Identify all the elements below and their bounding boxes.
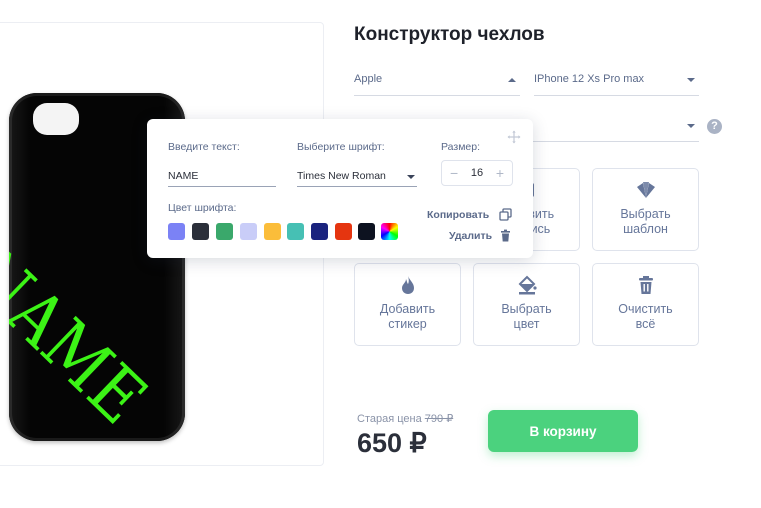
- old-price-label: Старая цена: [357, 413, 422, 425]
- add-to-cart-button[interactable]: В корзину: [488, 410, 638, 452]
- copy-action[interactable]: Копировать: [427, 209, 489, 221]
- add-sticker-tile-label: Добавить стикер: [379, 302, 436, 331]
- color-swatch-red[interactable]: [335, 223, 352, 240]
- template-fan-icon: [636, 182, 655, 198]
- trash-icon: [638, 276, 653, 294]
- text-input-label: Введите текст:: [168, 141, 240, 153]
- model-select-value: IPhone 12 Xs Pro max: [534, 73, 645, 85]
- color-swatch-dark-gray[interactable]: [192, 223, 209, 240]
- choose-color-tile-label: Выбрать цвет: [501, 302, 552, 331]
- brand-select[interactable]: Apple: [354, 66, 520, 96]
- move-arrows-icon[interactable]: [507, 130, 521, 144]
- chevron-up-icon: [508, 78, 516, 82]
- choose-template-tile-label: Выбрать шаблон: [620, 207, 671, 236]
- chevron-down-icon: [407, 175, 415, 179]
- copy-icon[interactable]: [499, 208, 512, 221]
- old-price: Старая цена 790 ₽: [357, 412, 453, 425]
- font-select-value: Times New Roman: [297, 170, 386, 182]
- color-swatch-black[interactable]: [358, 223, 375, 240]
- old-price-value: 790 ₽: [424, 413, 454, 425]
- clear-all-tile-label: Очистить всё: [618, 302, 673, 331]
- add-sticker-tile[interactable]: Добавить стикер: [354, 263, 461, 346]
- brand-select-value: Apple: [354, 73, 383, 85]
- flame-icon: [401, 276, 414, 294]
- trash-icon[interactable]: [499, 229, 512, 242]
- current-price: 650 ₽: [357, 428, 427, 458]
- font-color-label: Цвет шрифта:: [168, 202, 237, 214]
- choose-template-tile[interactable]: Выбрать шаблон: [592, 168, 699, 251]
- font-select-label: Выберите шрифт:: [297, 141, 385, 153]
- chevron-down-icon: [687, 78, 695, 82]
- color-swatch-teal[interactable]: [287, 223, 304, 240]
- size-label: Размер:: [441, 141, 481, 153]
- text-input-value: NAME: [168, 170, 199, 182]
- text-input[interactable]: NAME: [168, 163, 276, 187]
- color-swatch-lavender[interactable]: [240, 223, 257, 240]
- choose-color-tile[interactable]: Выбрать цвет: [473, 263, 580, 346]
- model-select[interactable]: IPhone 12 Xs Pro max: [534, 66, 699, 96]
- paint-bucket-icon: [518, 275, 537, 295]
- case-text-layer[interactable]: NAME: [9, 233, 163, 441]
- size-increase-button[interactable]: +: [496, 165, 504, 181]
- color-swatch-green[interactable]: [216, 223, 233, 240]
- color-swatch-navy[interactable]: [311, 223, 328, 240]
- page-title: Конструктор чехлов: [354, 24, 545, 45]
- color-swatch-rainbow[interactable]: [381, 223, 398, 240]
- chevron-down-icon: [687, 124, 695, 128]
- camera-cutout: [33, 103, 79, 135]
- clear-all-tile[interactable]: Очистить всё: [592, 263, 699, 346]
- size-stepper[interactable]: − 16 +: [441, 160, 513, 186]
- delete-action[interactable]: Удалить: [449, 230, 492, 242]
- help-icon[interactable]: ?: [707, 119, 722, 134]
- color-swatch-yellow[interactable]: [264, 223, 281, 240]
- font-select[interactable]: Times New Roman: [297, 163, 417, 187]
- color-swatch-periwinkle[interactable]: [168, 223, 185, 240]
